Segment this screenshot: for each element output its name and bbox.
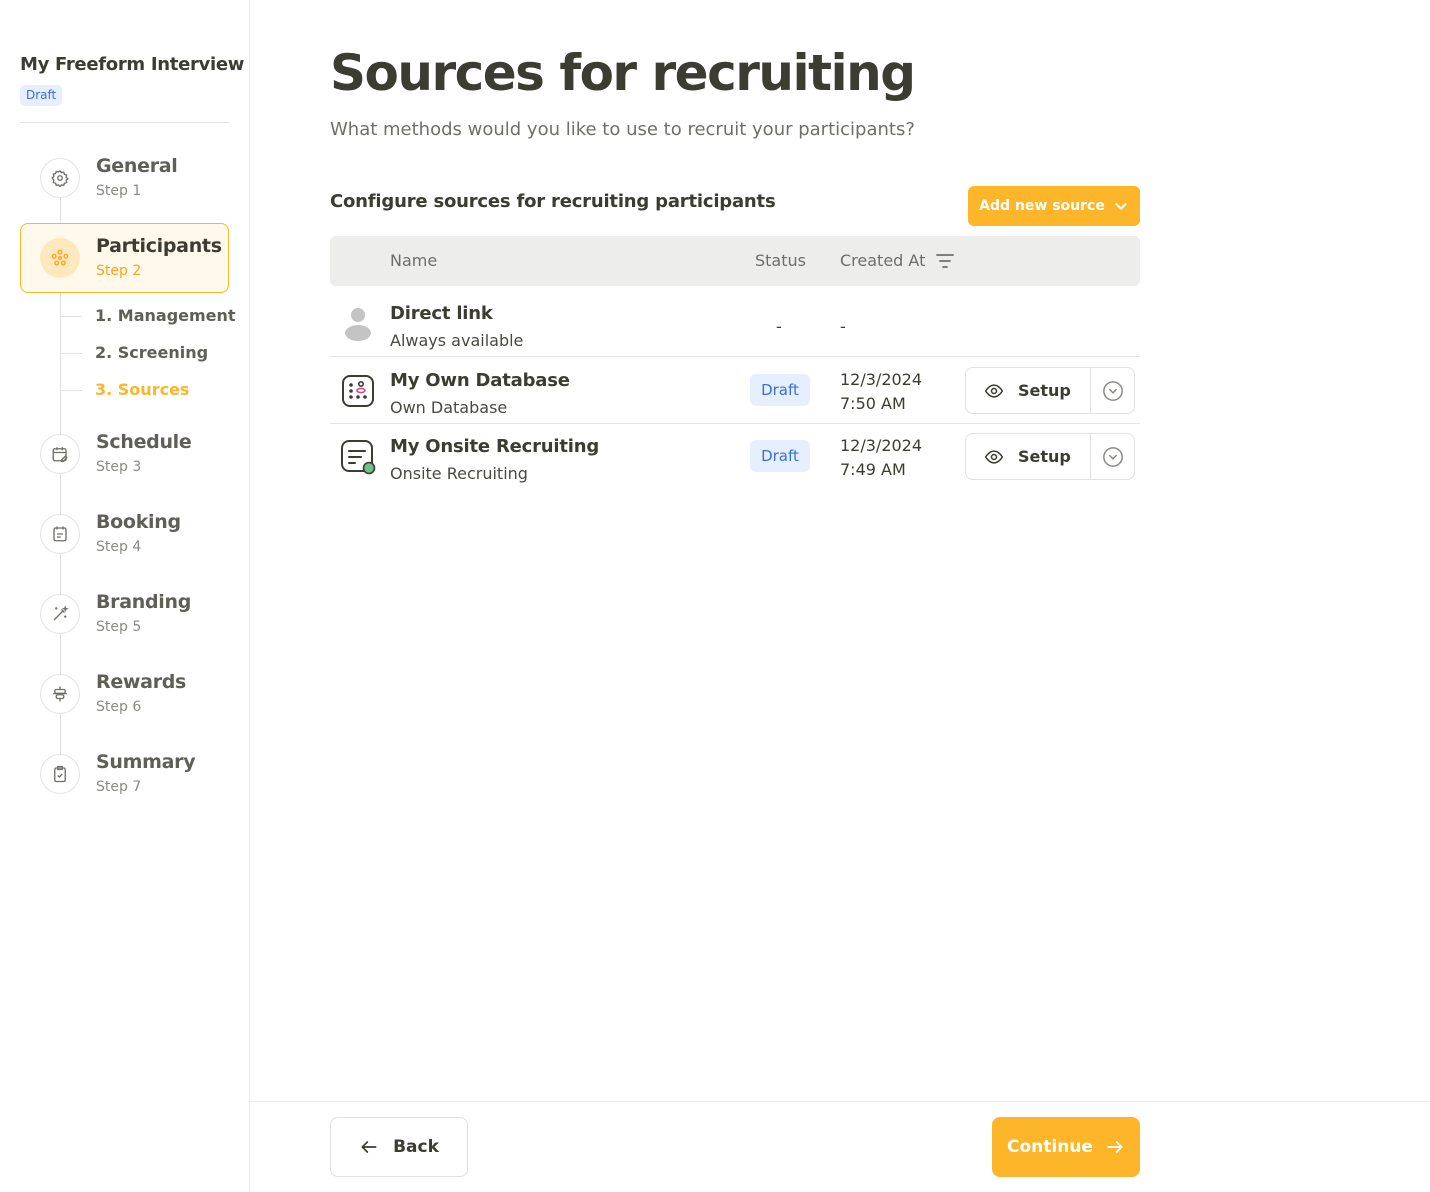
step-number: Step 2 — [96, 263, 142, 279]
step-number: Step 7 — [96, 779, 142, 795]
rewards-icon — [40, 674, 80, 714]
substeps-tree-line — [60, 293, 61, 390]
substep-connector — [60, 316, 82, 317]
clipboard-check-icon — [40, 754, 80, 794]
eye-icon — [984, 449, 1004, 464]
step-label: Booking — [96, 511, 181, 533]
row-menu-toggle[interactable] — [1091, 368, 1135, 413]
sidebar-step-summary[interactable]: Summary Step 7 — [20, 739, 229, 809]
project-title: My Freeform Interview — [20, 54, 245, 75]
source-name: Direct link — [390, 303, 493, 324]
row-menu-toggle[interactable] — [1091, 434, 1135, 479]
created-time: 7:50 AM — [840, 394, 906, 413]
page-subtitle: What methods would you like to use to re… — [330, 119, 915, 140]
chevron-down-circle-icon — [1103, 380, 1123, 401]
onsite-form-icon — [340, 439, 376, 475]
sidebar-divider — [20, 122, 229, 123]
substep-management[interactable]: 1. Management — [95, 306, 236, 325]
status-badge: Draft — [750, 440, 810, 472]
step-number: Step 1 — [96, 183, 142, 199]
step-number: Step 6 — [96, 699, 142, 715]
add-new-source-button[interactable]: Add new source — [968, 186, 1140, 226]
setup-label: Setup — [1018, 381, 1071, 400]
page-title: Sources for recruiting — [330, 44, 916, 102]
table-row[interactable]: My Onsite Recruiting Onsite Recruiting D… — [330, 424, 1140, 490]
back-button[interactable]: Back — [330, 1117, 468, 1177]
created-date: 12/3/2024 — [840, 436, 923, 455]
status-badge: Draft — [750, 374, 810, 406]
source-created-at: 12/3/2024 7:50 AM — [840, 368, 922, 416]
table-row[interactable]: Direct link Always available - - — [330, 291, 1140, 357]
eye-icon — [984, 383, 1004, 398]
column-header-status[interactable]: Status — [755, 251, 806, 270]
sidebar-step-participants[interactable]: Participants Step 2 — [20, 223, 229, 293]
step-label: Branding — [96, 591, 192, 613]
step-label: General — [96, 155, 178, 177]
participants-icon — [40, 238, 80, 278]
column-header-name[interactable]: Name — [390, 251, 437, 270]
footer: Back Continue — [250, 1101, 1430, 1192]
step-number: Step 4 — [96, 539, 142, 555]
arrow-right-icon — [1107, 1141, 1123, 1153]
sidebar-step-rewards[interactable]: Rewards Step 6 — [20, 659, 229, 729]
project-status-badge: Draft — [20, 85, 63, 106]
source-status: - — [776, 317, 782, 336]
source-type: Always available — [390, 331, 524, 350]
continue-label: Continue — [1007, 1137, 1093, 1157]
filter-icon[interactable] — [936, 253, 954, 269]
section-title: Configure sources for recruiting partici… — [330, 191, 776, 212]
calendar-edit-icon — [40, 434, 80, 474]
gear-icon — [40, 158, 80, 198]
step-label: Rewards — [96, 671, 187, 693]
table-row[interactable]: My Own Database Own Database Draft 12/3/… — [330, 358, 1140, 424]
source-type: Onsite Recruiting — [390, 464, 528, 483]
sidebar-step-branding[interactable]: Branding Step 5 — [20, 579, 229, 649]
step-number: Step 5 — [96, 619, 142, 635]
source-created-at: 12/3/2024 7:49 AM — [840, 434, 922, 482]
sidebar-step-general[interactable]: General Step 1 — [20, 143, 229, 213]
source-type: Own Database — [390, 398, 508, 417]
row-actions: Setup — [965, 367, 1135, 414]
arrow-left-icon — [361, 1141, 377, 1153]
magic-wand-icon — [40, 594, 80, 634]
table-header: Name Status Created At — [330, 236, 1140, 286]
created-time: 7:49 AM — [840, 460, 906, 479]
sidebar-step-schedule[interactable]: Schedule Step 3 — [20, 419, 229, 489]
add-new-source-label: Add new source — [979, 198, 1105, 214]
source-name: My Own Database — [390, 370, 570, 391]
source-created-at: - — [840, 317, 846, 336]
source-name: My Onsite Recruiting — [390, 436, 600, 457]
chevron-down-circle-icon — [1103, 446, 1123, 467]
setup-label: Setup — [1018, 447, 1071, 466]
row-actions: Setup — [965, 433, 1135, 480]
created-date: 12/3/2024 — [840, 370, 923, 389]
step-label: Summary — [96, 751, 196, 773]
sidebar-step-booking[interactable]: Booking Step 4 — [20, 499, 229, 569]
substep-screening[interactable]: 2. Screening — [95, 343, 208, 362]
setup-button[interactable]: Setup — [966, 434, 1091, 479]
substep-connector — [60, 353, 82, 354]
main-content: Sources for recruiting What methods woul… — [250, 0, 1430, 1192]
sidebar: My Freeform Interview Draft General Step… — [0, 0, 250, 1192]
continue-button[interactable]: Continue — [992, 1117, 1140, 1177]
substep-connector — [60, 390, 82, 391]
person-icon — [340, 306, 376, 342]
step-number: Step 3 — [96, 459, 142, 475]
step-label: Schedule — [96, 431, 192, 453]
booking-icon — [40, 514, 80, 554]
step-label: Participants — [96, 235, 222, 257]
back-label: Back — [393, 1137, 439, 1157]
substep-sources[interactable]: 3. Sources — [95, 380, 189, 399]
database-icon — [340, 373, 376, 409]
column-header-created-at[interactable]: Created At — [840, 251, 925, 270]
chevron-down-icon — [1115, 203, 1127, 210]
setup-button[interactable]: Setup — [966, 368, 1091, 413]
